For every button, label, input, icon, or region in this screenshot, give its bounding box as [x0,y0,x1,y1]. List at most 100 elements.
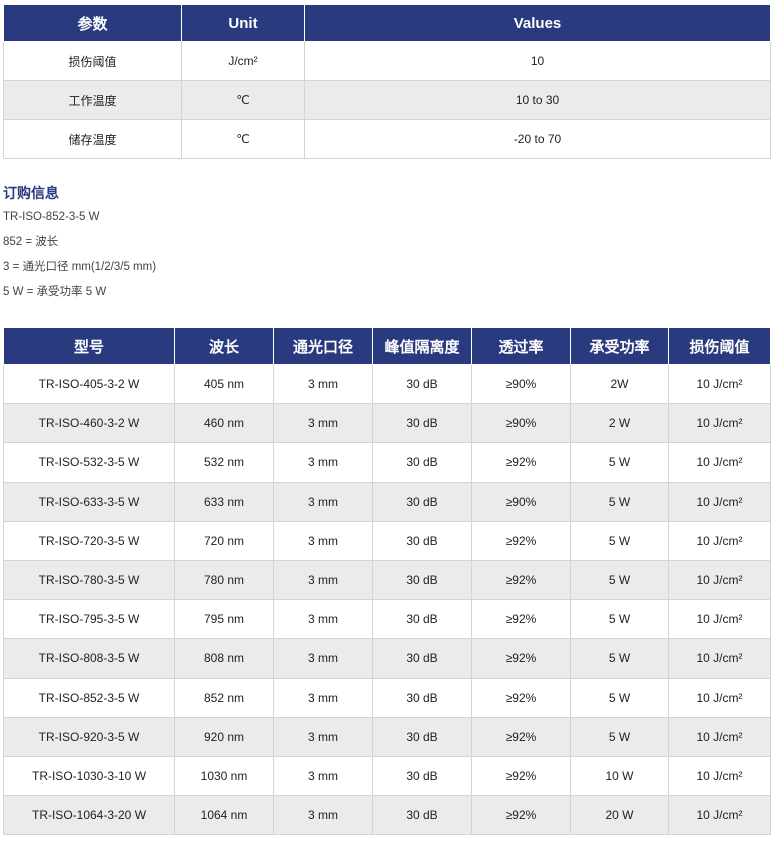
table-row: TR-ISO-720-3-5 W 720 nm 3 mm 30 dB ≥92% 5 W 10… [3,520,771,561]
power-cell: 5 W [570,559,669,601]
header-unit: Unit [181,4,305,42]
damage-threshold-cell: 10 J/cm² [668,559,771,601]
power-cell: 5 W [570,442,669,483]
models-table: 型号 波长 通光口径 峰值隔离度 透过率 承受功率 损伤阈值 TR-ISO-40… [3,327,771,836]
header-aperture: 通光口径 [273,327,373,365]
transmission-cell: ≥92% [471,599,571,640]
power-cell: 5 W [570,520,669,561]
aperture-cell: 3 mm [273,795,373,836]
damage-threshold-cell: 10 J/cm² [668,755,771,797]
isolation-cell: 30 dB [372,363,472,405]
wavelength-cell: 720 nm [174,520,274,561]
param-name: 工作温度 [3,80,182,120]
param-name: 储存温度 [3,119,182,159]
transmission-cell: ≥92% [471,442,571,483]
aperture-cell: 3 mm [273,755,373,797]
header-transmission: 透过率 [471,327,571,365]
wavelength-cell: 405 nm [174,363,274,405]
table-row: TR-ISO-405-3-2 W 405 nm 3 mm 30 dB ≥90% 2W 10 … [3,363,771,405]
aperture-cell: 3 mm [273,677,373,718]
wavelength-cell: 460 nm [174,403,274,444]
model-cell: TR-ISO-795-3-5 W [3,599,175,640]
models-table-body: TR-ISO-405-3-2 W 405 nm 3 mm 30 dB ≥90% 2W 10 … [3,363,771,836]
aperture-cell: 3 mm [273,559,373,601]
wavelength-cell: 1030 nm [174,755,274,797]
model-cell: TR-ISO-920-3-5 W [3,716,175,757]
transmission-cell: ≥90% [471,403,571,444]
transmission-cell: ≥92% [471,520,571,561]
param-value: 10 to 30 [304,80,771,120]
wavelength-cell: 780 nm [174,559,274,601]
isolation-cell: 30 dB [372,442,472,483]
transmission-cell: ≥92% [471,677,571,718]
damage-threshold-cell: 10 J/cm² [668,795,771,836]
model-cell: TR-ISO-720-3-5 W [3,520,175,561]
model-cell: TR-ISO-405-3-2 W [3,363,175,405]
order-info-title: 订购信息 [3,185,59,201]
order-line-wavelength: 852 = 波长 [3,236,59,248]
transmission-cell: ≥92% [471,559,571,601]
power-cell: 2 W [570,403,669,444]
model-cell: TR-ISO-532-3-5 W [3,442,175,483]
param-name: 损伤阈值 [3,41,182,81]
damage-threshold-cell: 10 J/cm² [668,363,771,405]
transmission-cell: ≥90% [471,363,571,405]
transmission-cell: ≥90% [471,481,571,522]
header-damage-threshold: 损伤阈值 [668,327,771,365]
damage-threshold-cell: 10 J/cm² [668,638,771,679]
header-param: 参数 [3,4,182,42]
wavelength-cell: 532 nm [174,442,274,483]
isolation-cell: 30 dB [372,559,472,601]
model-cell: TR-ISO-460-3-2 W [3,403,175,444]
isolation-cell: 30 dB [372,599,472,640]
aperture-cell: 3 mm [273,638,373,679]
aperture-cell: 3 mm [273,716,373,757]
power-cell: 5 W [570,481,669,522]
power-cell: 5 W [570,638,669,679]
damage-threshold-cell: 10 J/cm² [668,716,771,757]
power-cell: 5 W [570,677,669,718]
header-model: 型号 [3,327,175,365]
power-cell: 5 W [570,716,669,757]
table-row: TR-ISO-852-3-5 W 852 nm 3 mm 30 dB ≥92% 5 W 10… [3,677,771,718]
damage-threshold-cell: 10 J/cm² [668,599,771,640]
damage-threshold-cell: 10 J/cm² [668,403,771,444]
header-power: 承受功率 [570,327,669,365]
isolation-cell: 30 dB [372,755,472,797]
model-cell: TR-ISO-1064-3-20 W [3,795,175,836]
parameter-row: 工作温度 ℃ 10 to 30 [3,80,771,120]
header-wavelength: 波长 [174,327,274,365]
param-unit: ℃ [181,80,305,120]
order-line-aperture: 3 = 通光口径 mm(1/2/3/5 mm) [3,261,157,273]
table-row: TR-ISO-460-3-2 W 460 nm 3 mm 30 dB ≥90% 2 W 10… [3,403,771,444]
isolation-cell: 30 dB [372,716,472,757]
damage-threshold-cell: 10 J/cm² [668,442,771,483]
aperture-cell: 3 mm [273,363,373,405]
parameter-row: 损伤阈值 J/cm² 10 [3,41,771,81]
transmission-cell: ≥92% [471,755,571,797]
power-cell: 20 W [570,795,669,836]
table-row: TR-ISO-780-3-5 W 780 nm 3 mm 30 dB ≥92% 5 W 10… [3,559,771,601]
param-value: 10 [304,41,771,81]
aperture-cell: 3 mm [273,442,373,483]
transmission-cell: ≥92% [471,795,571,836]
isolation-cell: 30 dB [372,677,472,718]
table-row: TR-ISO-633-3-5 W 633 nm 3 mm 30 dB ≥90% 5 W 10… [3,481,771,522]
isolation-cell: 30 dB [372,520,472,561]
table-row: TR-ISO-1030-3-10 W 1030 nm 3 mm 30 dB ≥92% 10… [3,755,771,797]
isolation-cell: 30 dB [372,638,472,679]
aperture-cell: 3 mm [273,520,373,561]
wavelength-cell: 920 nm [174,716,274,757]
isolation-cell: 30 dB [372,481,472,522]
header-values: Values [304,4,771,42]
power-cell: 10 W [570,755,669,797]
table-row: TR-ISO-920-3-5 W 920 nm 3 mm 30 dB ≥92% 5 W 10… [3,716,771,757]
isolation-cell: 30 dB [372,403,472,444]
table-row: TR-ISO-532-3-5 W 532 nm 3 mm 30 dB ≥92% 5 W 10… [3,442,771,483]
model-cell: TR-ISO-633-3-5 W [3,481,175,522]
parameters-table: 参数 Unit Values 损伤阈值 J/cm² 10 工作温度 ℃ 10 t… [3,4,771,159]
transmission-cell: ≥92% [471,638,571,679]
wavelength-cell: 852 nm [174,677,274,718]
model-cell: TR-ISO-808-3-5 W [3,638,175,679]
aperture-cell: 3 mm [273,481,373,522]
